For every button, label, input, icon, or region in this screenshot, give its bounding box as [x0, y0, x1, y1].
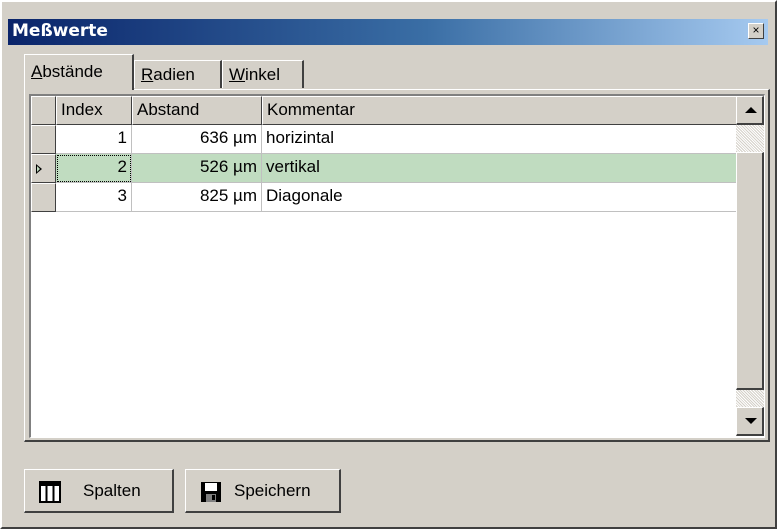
- arrow-up-icon: [745, 107, 757, 113]
- cell-index[interactable]: 3: [56, 183, 132, 212]
- scroll-up-button[interactable]: [736, 96, 764, 125]
- column-header-abstand[interactable]: Abstand: [132, 96, 262, 125]
- tab-winkel-accelerator: W: [229, 65, 246, 84]
- close-button[interactable]: ×: [748, 23, 764, 39]
- cell-index[interactable]: 1: [56, 125, 132, 154]
- tab-abstaende[interactable]: Abstände: [24, 54, 134, 90]
- save-button[interactable]: Speichern: [185, 469, 341, 513]
- measurements-window: Meßwerte × Abstände Radien Winkel Index …: [0, 0, 777, 529]
- tab-radien-label: adien: [153, 65, 195, 84]
- scroll-down-button[interactable]: [736, 407, 764, 436]
- columns-button-label: Spalten: [83, 481, 141, 500]
- tab-abstaende-label: bstände: [42, 62, 103, 81]
- cell-kommentar[interactable]: horizintal: [262, 125, 737, 154]
- cell-kommentar[interactable]: vertikal: [262, 154, 737, 183]
- column-header-index[interactable]: Index: [56, 96, 132, 125]
- tab-winkel[interactable]: Winkel: [222, 60, 304, 88]
- vertical-scrollbar[interactable]: [736, 96, 764, 436]
- tab-radien-accelerator: R: [141, 65, 154, 84]
- cell-abstand[interactable]: 825 µm: [132, 183, 262, 212]
- tab-radien[interactable]: Radien: [134, 60, 222, 88]
- close-icon: ×: [752, 23, 760, 37]
- row-selector[interactable]: [31, 125, 56, 154]
- row-selector[interactable]: [31, 183, 56, 212]
- cell-index[interactable]: 2: [56, 154, 132, 183]
- arrow-down-icon: [745, 418, 757, 424]
- title-bar[interactable]: Meßwerte ×: [8, 19, 768, 45]
- cell-abstand[interactable]: 526 µm: [132, 154, 262, 183]
- measurements-grid[interactable]: Index Abstand Kommentar 1 636 µm horizin…: [29, 94, 765, 438]
- header-corner: [31, 96, 56, 125]
- tab-winkel-label: inkel: [245, 65, 281, 84]
- tab-panel-abstaende: Index Abstand Kommentar 1 636 µm horizin…: [24, 89, 770, 442]
- row-selector[interactable]: [31, 154, 56, 183]
- window-title: Meßwerte: [12, 21, 108, 41]
- cell-abstand[interactable]: 636 µm: [132, 125, 262, 154]
- save-button-label: Speichern: [234, 481, 311, 500]
- floppy-disk-icon: [201, 482, 221, 502]
- column-header-kommentar[interactable]: Kommentar: [262, 96, 737, 125]
- current-row-arrow-icon: [36, 164, 42, 174]
- columns-button[interactable]: Spalten: [24, 469, 174, 513]
- scrollbar-thumb[interactable]: [736, 152, 764, 390]
- columns-icon: [39, 481, 61, 503]
- tab-abstaende-accelerator: A: [31, 62, 43, 81]
- cell-kommentar[interactable]: Diagonale: [262, 183, 737, 212]
